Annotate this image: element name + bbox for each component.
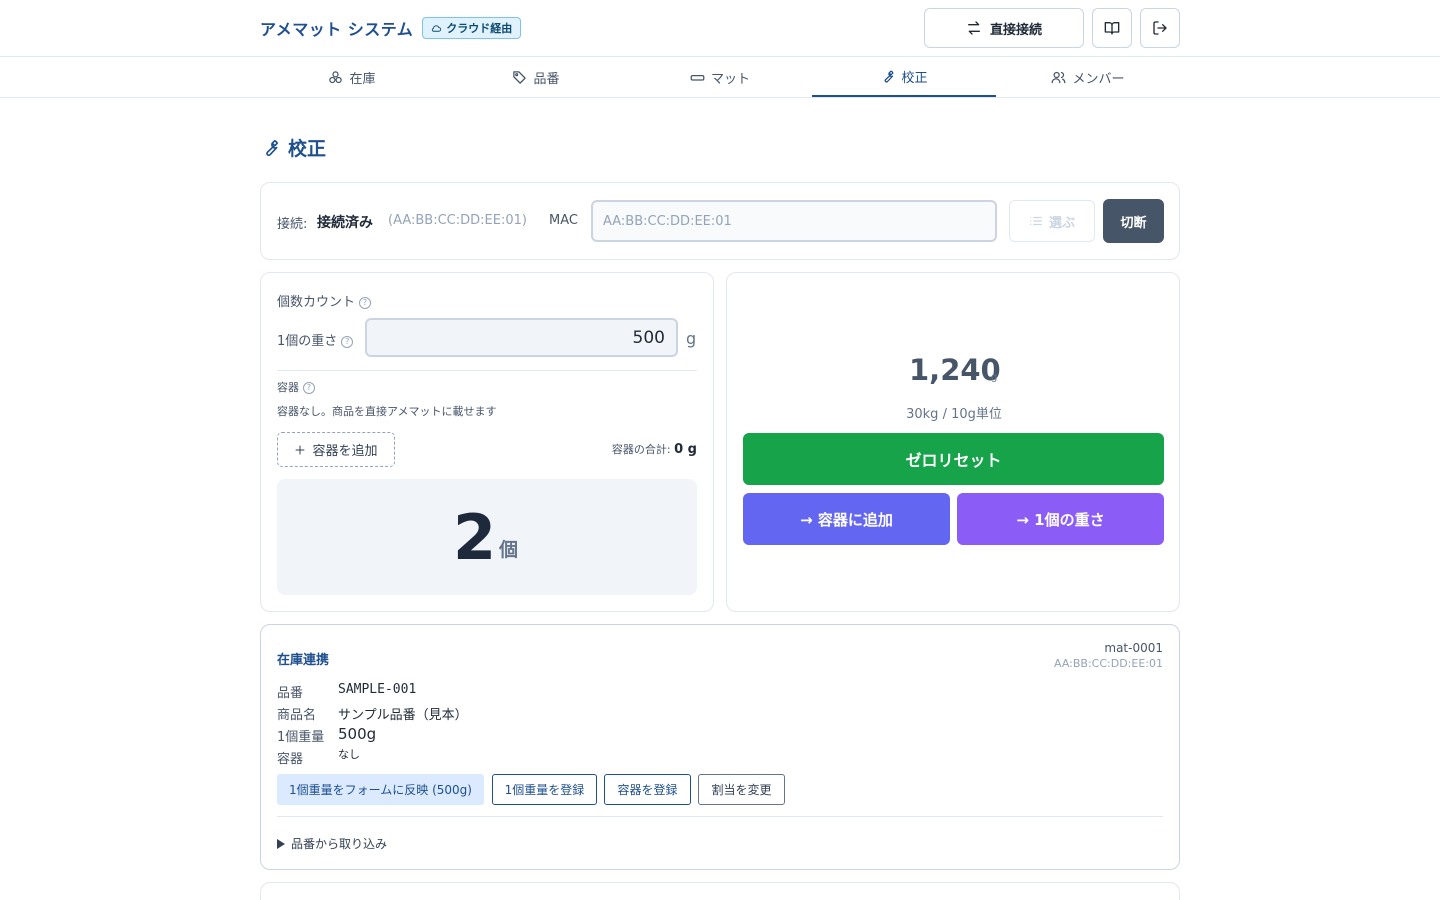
container-description: 容器なし。商品を直接アメマットに載せます [277, 405, 497, 418]
count-unit: 個 [499, 539, 519, 561]
logout-icon [1153, 21, 1167, 35]
plus-icon [295, 445, 305, 454]
page-title-text: 校正 [288, 138, 327, 160]
container-total-label: 容器の合計: [611, 443, 671, 456]
tab-label: 校正 [901, 70, 928, 86]
tag-icon [513, 70, 527, 84]
unit-weight-value: 500g [338, 725, 377, 743]
connection-label: 接続: [277, 217, 308, 232]
connection-mac: (AA:BB:CC:DD:EE:01) [388, 213, 527, 228]
register-container-button[interactable]: 容器を登録 [604, 774, 691, 805]
count-display: 2 個 [277, 479, 697, 595]
tab-label: マット [710, 71, 750, 87]
tab-label: メンバー [1072, 71, 1125, 87]
disconnect-button[interactable]: 切断 [1103, 199, 1164, 243]
inventory-link-title: 在庫連携 [277, 653, 330, 668]
add-container-label: 容器を追加 [312, 444, 378, 459]
count-title: 個数カウント? [277, 291, 372, 310]
app-title: アメマット システム [260, 20, 414, 39]
container-total: 容器の合計: 0 g [612, 441, 697, 457]
tab-inventory[interactable]: 在庫 [260, 57, 444, 97]
help-icon[interactable]: ? [341, 335, 354, 348]
users-icon [1052, 71, 1066, 83]
tab-part-numbers[interactable]: 品番 [444, 57, 628, 97]
unit-weight-label-text: 1個の重さ [277, 334, 338, 349]
container-title: 容器? [277, 379, 315, 395]
import-from-part-toggle[interactable]: 品番から取り込み [277, 835, 387, 852]
container-value: なし [338, 748, 360, 761]
mat-icon [690, 74, 705, 81]
set-unit-weight-button[interactable]: → 1個の重さ [957, 493, 1164, 545]
manual-button[interactable] [1092, 8, 1132, 48]
unit-weight-label: 1個の重さ? [277, 330, 354, 349]
add-container-button[interactable]: 容器を追加 [277, 432, 395, 467]
cloud-badge-label: クラウド経由 [446, 22, 513, 35]
container-title-text: 容器 [277, 381, 299, 394]
apply-unit-weight-button[interactable]: 1個重量をフォームに反映 (500g) [277, 774, 484, 805]
container-total-value: 0 g [674, 442, 697, 457]
tab-label: 品番 [533, 71, 560, 87]
product-name-value: サンプル品番（見本） [338, 708, 468, 723]
divider [277, 370, 697, 371]
direct-connect-label: 直接接続 [989, 22, 1042, 38]
wrench-icon [266, 139, 278, 156]
weight-value: 1,240 [909, 353, 1001, 387]
mat-mac: AA:BB:CC:DD:EE:01 [1054, 657, 1163, 670]
logout-button[interactable] [1140, 8, 1180, 48]
weight-unit: g [991, 372, 998, 383]
book-open-icon [1104, 22, 1120, 35]
unit-weight-input[interactable] [365, 318, 678, 357]
unit-weight-unit: g [686, 329, 697, 348]
mac-input[interactable] [591, 200, 997, 242]
cloud-icon [432, 24, 442, 32]
weight-card: 1,240 g 30kg / 10g単位 ゼロリセット → 容器に追加 → 1個… [726, 272, 1180, 612]
register-unit-weight-button[interactable]: 1個重量を登録 [492, 774, 597, 805]
wrench-icon [885, 70, 894, 82]
swap-arrows-icon [967, 21, 980, 35]
zero-reset-button[interactable]: ゼロリセット [743, 433, 1164, 485]
mac-label: MAC [549, 213, 578, 228]
help-icon[interactable]: ? [303, 382, 315, 394]
change-assignment-button[interactable]: 割当を変更 [698, 774, 785, 805]
top-bar: アメマット システム クラウド経由 直接接続 [0, 0, 1440, 57]
brand: アメマット システム クラウド経由 [260, 16, 522, 40]
page-title: 校正 [260, 134, 326, 161]
main-tabs: 在庫 品番 マット 校正 メンバー [0, 57, 1440, 98]
tab-mats[interactable]: マット [628, 57, 812, 97]
count-title-text: 個数カウント [277, 295, 356, 310]
field-key: 商品名 [277, 708, 317, 723]
field-key: 1個重量 [277, 730, 325, 745]
field-key: 品番 [277, 686, 304, 701]
count-card: 個数カウント? 1個の重さ? g 容器? 容器なし。商品を直接アメマットに載せま… [260, 272, 714, 612]
tab-calibration[interactable]: 校正 [812, 57, 996, 97]
field-key: 容器 [277, 752, 304, 767]
select-device-button[interactable]: 選ぶ [1009, 200, 1095, 242]
connection-card: 接続: 接続済み (AA:BB:CC:DD:EE:01) MAC 選ぶ 切断 [260, 182, 1180, 260]
add-to-container-button[interactable]: → 容器に追加 [743, 493, 950, 545]
mat-id: mat-0001 [1104, 641, 1163, 655]
divider [277, 816, 1163, 817]
import-toggle-label: 品番から取り込み [291, 837, 388, 851]
tab-label: 在庫 [349, 71, 376, 87]
help-icon[interactable]: ? [359, 296, 372, 309]
part-number-value: SAMPLE-001 [338, 682, 417, 697]
next-card [260, 882, 1180, 900]
boxes-icon [329, 70, 343, 83]
select-device-label: 選ぶ [1048, 215, 1075, 231]
tab-members[interactable]: メンバー [996, 57, 1180, 97]
direct-connect-button[interactable]: 直接接続 [924, 8, 1084, 48]
list-icon [1030, 216, 1042, 226]
caret-right-icon [277, 838, 285, 849]
count-value: 2 [453, 501, 497, 574]
cloud-badge: クラウド経由 [422, 17, 522, 39]
connection-status: 接続済み [317, 215, 373, 231]
scale-capacity: 30kg / 10g単位 [906, 407, 1002, 422]
inventory-link-card: 在庫連携 mat-0001 AA:BB:CC:DD:EE:01 品番 SAMPL… [260, 624, 1180, 870]
